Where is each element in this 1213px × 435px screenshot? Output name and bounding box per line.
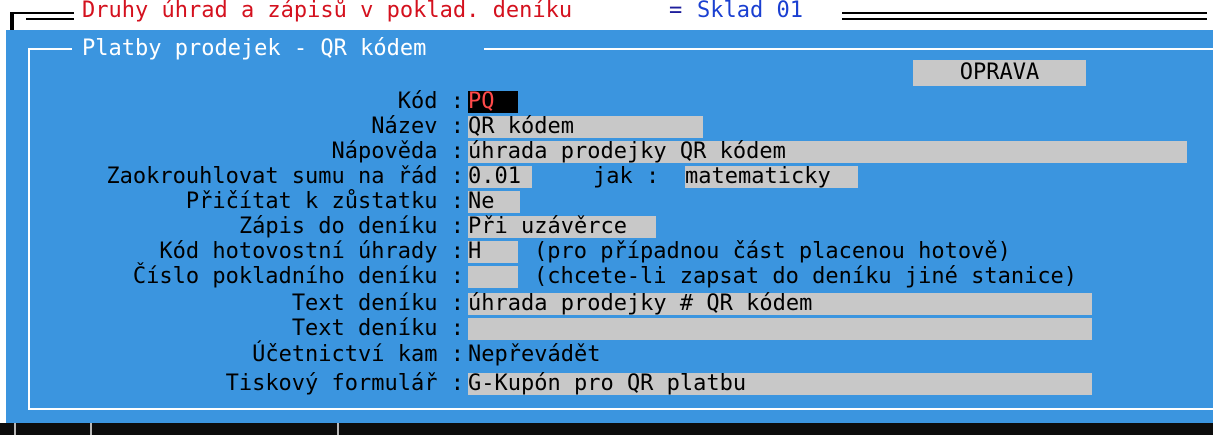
dialog-frame-top-left xyxy=(28,48,72,50)
outer-store-label: Sklad 01 xyxy=(697,0,803,23)
napoveda-field[interactable]: úhrada prodejky QR kódem xyxy=(468,141,1187,163)
dialog-title: Platby prodejek - QR kódem xyxy=(82,36,427,61)
cislo-pokladniho-label: Číslo pokladního deníku : xyxy=(132,264,464,289)
bottom-divider-2 xyxy=(90,423,92,435)
ucetnictvi-extra-field[interactable] xyxy=(828,347,1092,367)
bottom-strip xyxy=(0,423,1213,435)
dialog-frame-bottom xyxy=(28,408,1213,410)
text-deniku-2-field[interactable] xyxy=(468,318,1092,340)
kod-hotovostni-label: Kód hotovostní úhrady : xyxy=(159,239,464,264)
tiskovy-label: Tiskový formulář : xyxy=(225,371,464,396)
mode-badge: OPRAVA xyxy=(913,60,1086,86)
kod-hotovostni-hint: (pro případnou část placenou hotově) xyxy=(534,239,1011,264)
text-deniku-1-field[interactable]: úhrada prodejky # QR kódem xyxy=(468,293,1092,315)
pricitat-label: Přičítat k zůstatku : xyxy=(185,189,464,214)
zapis-label: Zápis do deníku : xyxy=(238,214,464,239)
ucetnictvi-field[interactable]: Nepřevádět xyxy=(468,344,668,366)
ucetnictvi-label: Účetnictví kam : xyxy=(252,342,464,367)
bottom-divider-3 xyxy=(337,423,339,435)
kod-field[interactable]: PQ xyxy=(468,91,518,113)
zapis-field[interactable]: Při uzávěrce xyxy=(468,216,656,238)
outer-window-title: Druhy úhrad a zápisů v poklad. deníku xyxy=(82,0,573,23)
nazev-field[interactable]: QR kódem xyxy=(468,116,703,138)
napoveda-label: Nápověda : xyxy=(331,139,464,164)
text-deniku-1-label: Text deníku : xyxy=(291,291,464,316)
outer-title-separator: = xyxy=(669,0,683,23)
jak-label: jak : xyxy=(593,164,660,189)
outer-frame-left-vertical xyxy=(10,12,14,30)
bottom-divider-1 xyxy=(14,423,16,435)
jak-field[interactable]: matematicky xyxy=(685,166,858,188)
cislo-pokladniho-field[interactable] xyxy=(468,266,518,288)
tiskovy-field[interactable]: G-Kupón pro QR platbu xyxy=(468,373,1092,395)
nazev-label: Název : xyxy=(371,114,464,139)
dialog-frame-top-right xyxy=(484,48,1213,50)
pricitat-field[interactable]: Ne xyxy=(468,191,520,213)
text-deniku-2-label: Text deníku : xyxy=(291,316,464,341)
outer-frame-top-line xyxy=(10,12,74,14)
outer-frame-top-right-line-2 xyxy=(842,18,1207,20)
zaokrouhlovat-field[interactable]: 0.01 xyxy=(468,166,532,188)
kod-label: Kód : xyxy=(397,89,464,114)
kod-hotovostni-field[interactable]: H xyxy=(468,241,518,263)
cislo-pokladniho-hint: (chcete-li zapsat do deníku jiné stanice… xyxy=(534,264,1078,289)
outer-frame-top-right-line xyxy=(842,12,1207,14)
outer-frame-top-line-2 xyxy=(26,18,74,20)
zaokrouhlovat-label: Zaokrouhlovat sumu na řád : xyxy=(106,164,464,189)
